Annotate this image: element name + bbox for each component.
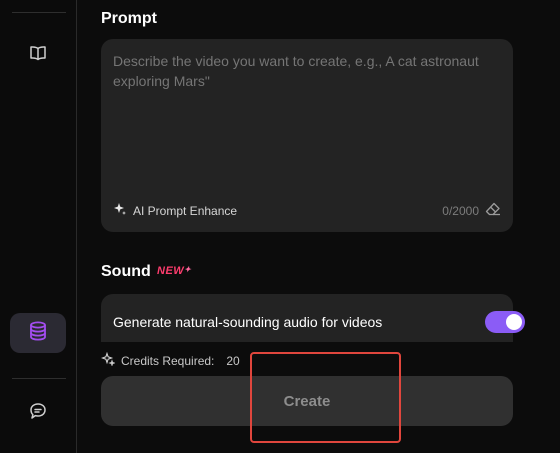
- prompt-input[interactable]: [113, 51, 493, 191]
- counter-text: 0/2000: [442, 203, 479, 218]
- sound-toggle-row: Generate natural-sounding audio for vide…: [101, 294, 525, 342]
- main-panel: Prompt AI Prompt Enhance 0/2000 So: [77, 0, 560, 453]
- credits-label: Credits Required:: [121, 353, 215, 368]
- credits-value: 20: [226, 353, 240, 368]
- book-open-icon: [28, 43, 48, 68]
- sparkle-icon: [113, 202, 127, 219]
- new-badge: NEW✦: [157, 265, 191, 277]
- eraser-icon[interactable]: [485, 202, 501, 219]
- sound-toggle-label: Generate natural-sounding audio for vide…: [113, 314, 383, 330]
- sound-toggle[interactable]: [485, 311, 525, 333]
- prompt-box: AI Prompt Enhance 0/2000: [101, 39, 513, 232]
- credits-required: Credits Required: 20: [100, 351, 240, 369]
- sidebar-divider: [12, 378, 66, 379]
- character-counter: 0/2000: [442, 202, 501, 219]
- sidebar: [0, 0, 77, 453]
- sparkle-icon: ✦: [184, 265, 192, 274]
- toggle-knob: [506, 314, 522, 330]
- sidebar-item-guide[interactable]: [10, 35, 66, 75]
- sparkle-icon: [100, 351, 116, 369]
- sidebar-divider: [12, 12, 66, 13]
- sound-title: Sound: [101, 263, 151, 280]
- chat-bubble-icon: [28, 401, 48, 426]
- create-button[interactable]: Create: [101, 376, 513, 426]
- ai-prompt-enhance-button[interactable]: AI Prompt Enhance: [113, 202, 237, 219]
- ai-prompt-enhance-label: AI Prompt Enhance: [133, 203, 238, 218]
- new-badge-text: NEW: [157, 265, 185, 277]
- prompt-title: Prompt: [101, 10, 157, 27]
- database-icon: [27, 320, 49, 347]
- sidebar-item-feedback[interactable]: [10, 393, 66, 433]
- sidebar-item-credits[interactable]: [10, 313, 66, 353]
